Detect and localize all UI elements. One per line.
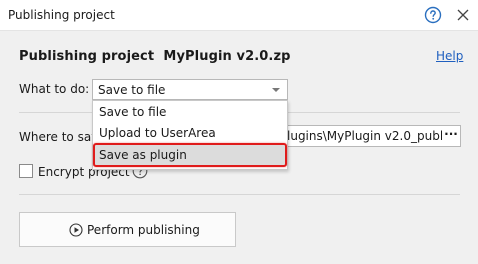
- browse-button[interactable]: ···: [442, 126, 460, 146]
- page-title: Publishing project MyPlugin v2.0.zp: [19, 49, 291, 64]
- window-title: Publishing project: [8, 8, 115, 22]
- encrypt-checkbox[interactable]: [19, 164, 33, 178]
- save-path-field[interactable]: lugins\MyPlugin v2.0_public. ···: [270, 125, 461, 147]
- help-link[interactable]: Help: [436, 49, 463, 63]
- title-bar: Publishing project: [0, 0, 478, 31]
- close-icon[interactable]: [456, 8, 470, 22]
- save-path-value: lugins\MyPlugin v2.0_public.: [287, 129, 457, 143]
- what-to-do-label: What to do:: [19, 82, 90, 96]
- perform-publishing-button[interactable]: Perform publishing: [19, 212, 236, 247]
- where-to-save-label: Where to sav: [19, 130, 99, 144]
- highlight-box: [93, 143, 287, 167]
- divider: [19, 194, 460, 195]
- option-label: Save to file: [99, 105, 167, 119]
- option-save-to-file[interactable]: Save to file: [93, 102, 287, 123]
- chevron-down-icon: [272, 88, 280, 92]
- option-label: Upload to UserArea: [99, 126, 216, 140]
- option-upload-to-userarea[interactable]: Upload to UserArea: [93, 123, 287, 144]
- perform-publishing-label: Perform publishing: [87, 223, 200, 237]
- play-circle-icon: [69, 223, 83, 237]
- what-to-do-select[interactable]: Save to file: [92, 79, 288, 100]
- what-to-do-value: Save to file: [98, 83, 166, 97]
- help-circle-icon[interactable]: [424, 6, 442, 24]
